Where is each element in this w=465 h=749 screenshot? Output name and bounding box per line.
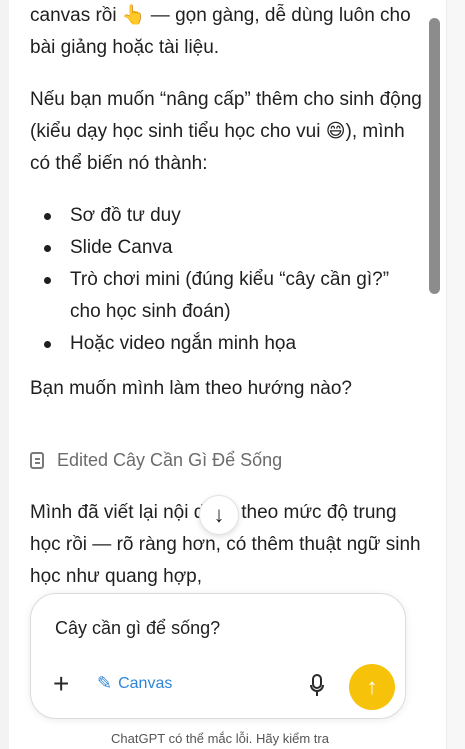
list-item: Slide Canva [30, 232, 410, 264]
options-list: Sơ đồ tư duy Slide Canva Trò chơi mini (… [30, 200, 410, 360]
scroll-to-bottom-button[interactable]: ↓ [199, 495, 239, 535]
left-edge [0, 0, 9, 749]
send-button[interactable]: ↑ [349, 664, 395, 710]
message-paragraph-2: Nếu bạn muốn “nâng cấp” thêm cho sinh độ… [30, 89, 422, 174]
right-panel-edge [446, 0, 465, 749]
arrow-up-icon: ↑ [366, 674, 378, 699]
disclaimer-text: ChatGPT có thể mắc lỗi. Hãy kiểm tra [111, 731, 329, 746]
message-paragraph-1: canvas rồi 👆 — gọn gàng, dễ dùng luôn ch… [30, 5, 411, 58]
message-composer[interactable]: Cây cần gì để sống? + ✎ Canvas ↑ [30, 593, 406, 719]
edited-label: Edited Cây Cần Gì Để Sống [57, 450, 283, 470]
document-icon [30, 451, 44, 469]
list-item: Sơ đồ tư duy [30, 200, 410, 232]
add-attachment-button[interactable]: + [53, 670, 69, 698]
plus-icon: + [53, 668, 70, 699]
edited-canvas-link[interactable]: Edited Cây Cần Gì Để Sống [30, 445, 282, 475]
microphone-icon[interactable] [310, 674, 324, 698]
canvas-label: Canvas [118, 674, 173, 692]
list-item: Trò chơi mini (đúng kiểu “cây cần gì?” c… [30, 264, 410, 328]
message-question: Bạn muốn mình làm theo hướng nào? [30, 378, 352, 399]
canvas-tool-button[interactable]: ✎ Canvas [97, 673, 172, 694]
arrow-down-icon: ↓ [213, 502, 225, 527]
list-item: Hoặc video ngắn minh họa [30, 328, 410, 360]
scrollbar-thumb[interactable] [429, 18, 440, 294]
pencil-icon: ✎ [97, 673, 113, 693]
prompt-input[interactable]: Cây cần gì để sống? [55, 614, 220, 642]
